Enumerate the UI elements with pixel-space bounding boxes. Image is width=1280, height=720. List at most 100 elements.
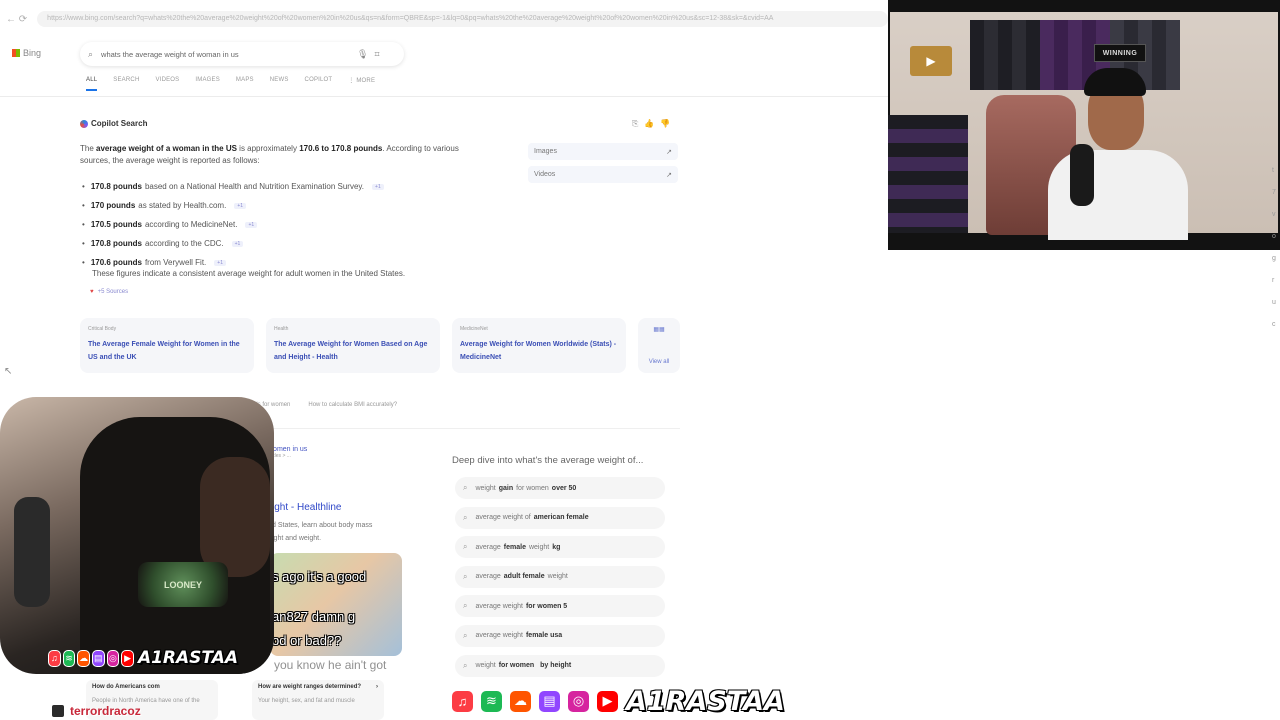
- visual-search-icon[interactable]: ⌗: [374, 49, 379, 60]
- deep-dive-title: Deep dive into what's the average weight…: [452, 455, 644, 466]
- edge-char: o: [1272, 233, 1276, 240]
- suggestion-text: weight: [475, 484, 496, 492]
- related-chip[interactable]: How to calculate BMI accurately?: [308, 402, 397, 408]
- browser-nav-icons[interactable]: ← ⟳: [6, 14, 27, 25]
- bullet-text: from Verywell Fit.: [144, 258, 207, 267]
- suggestion-bold: over 50: [551, 484, 577, 492]
- edge-char: 7: [1272, 189, 1276, 196]
- search-icon: ⌕: [463, 571, 468, 581]
- result-breadcrumb[interactable]: women in us: [268, 446, 418, 453]
- snippet-line: d States, learn about body mass: [272, 522, 373, 529]
- browser-url-bar[interactable]: ← ⟳ https://www.bing.com/search?q=whats%…: [0, 8, 888, 30]
- suggestion-item[interactable]: ⌕ average weight of american female: [455, 506, 665, 529]
- paa-question: How do Americans com: [92, 684, 160, 690]
- paa-answer: Your height, sex, and fat and muscle: [258, 698, 355, 704]
- bullet-value: 170.6 pounds: [90, 258, 142, 267]
- list-item: 170.8 poundsbased on a National Health a…: [82, 177, 462, 196]
- source-card[interactable]: Critical Body The Average Female Weight …: [80, 318, 254, 373]
- tab-videos[interactable]: VIDEOS: [156, 77, 180, 91]
- chat-badge-icon: [52, 705, 64, 717]
- view-all-label[interactable]: View all: [649, 359, 670, 365]
- tab-search[interactable]: SEARCH: [113, 77, 139, 91]
- tab-images[interactable]: IMAGES: [195, 77, 220, 91]
- tab-all[interactable]: ALL: [86, 77, 98, 91]
- search-tabs: ALL SEARCH VIDEOS IMAGES MAPS NEWS COPIL…: [86, 77, 375, 91]
- external-link-icon: ↗: [666, 148, 672, 156]
- streamer-webcam: ▶ WINNING: [888, 0, 1280, 250]
- card-title[interactable]: The Average Weight for Women Based on Ag…: [274, 338, 432, 364]
- right-edge-text: t 7 v o g r u c: [1272, 160, 1280, 336]
- videos-link-label: Videos: [534, 171, 556, 178]
- list-item: 170 poundsas stated by Health.com. +1: [82, 196, 462, 215]
- view-all-card[interactable]: ▦▦ View all: [638, 318, 680, 373]
- youtube-icon: ▶: [121, 649, 134, 667]
- list-item: 170.8 poundsaccording to the CDC. +1: [82, 234, 462, 253]
- thumbs-up-icon[interactable]: 👍: [644, 119, 654, 129]
- suggestion-item[interactable]: ⌕ average weight for women 5: [455, 595, 665, 618]
- search-box[interactable]: ⌕ 🎙 ⌗: [80, 42, 404, 66]
- search-input[interactable]: [101, 49, 352, 59]
- list-item: 170.5 poundsaccording to MedicineNet. +1: [82, 215, 462, 234]
- result-thumbnail[interactable]: s ago it's a good an827 damn g od or bad…: [270, 553, 402, 656]
- tab-more[interactable]: ⋮ MORE: [348, 77, 375, 91]
- copy-icon[interactable]: ⎘: [632, 119, 638, 129]
- source-card[interactable]: Health The Average Weight for Women Base…: [266, 318, 440, 373]
- citation-badge[interactable]: +1: [372, 183, 384, 190]
- overlay-caption: od or bad??: [272, 633, 342, 648]
- tab-copilot[interactable]: COPILOT: [305, 77, 333, 91]
- edge-char: c: [1272, 321, 1276, 328]
- bullet-text: based on a National Health and Nutrition…: [144, 182, 365, 191]
- address-field[interactable]: https://www.bing.com/search?q=whats%20th…: [37, 11, 888, 27]
- microphone-icon[interactable]: 🎙: [357, 49, 368, 60]
- bing-logo-text: Bing: [23, 48, 42, 58]
- suggestion-text: weight: [475, 662, 496, 670]
- card-title[interactable]: Average Weight for Women Worldwide (Stat…: [460, 338, 618, 364]
- chevron-right-icon: ›: [376, 684, 378, 690]
- bing-logo[interactable]: Bing: [12, 48, 41, 58]
- citation-badge[interactable]: +1: [231, 240, 244, 247]
- microphone: [14, 497, 50, 607]
- social-bar-small: ♫ ≋ ☁ ▤ ◎ ▶ A1RASTAA: [48, 646, 238, 670]
- suggestion-bold: for women 5: [525, 602, 568, 610]
- copilot-header-label: Copilot Search: [91, 119, 148, 128]
- source-card[interactable]: MedicineNet Average Weight for Women Wor…: [452, 318, 626, 373]
- tab-divider: [0, 96, 888, 97]
- streamer: [1048, 68, 1188, 240]
- card-source: MedicineNet: [460, 326, 488, 332]
- sources-link[interactable]: ♥ +5 Sources: [90, 289, 128, 295]
- chat-username-label: terrordracoz: [70, 704, 141, 718]
- edge-char: v: [1272, 211, 1276, 218]
- spotify-icon: ≋: [479, 688, 504, 714]
- external-link-icon: ↗: [666, 171, 672, 179]
- edge-char: u: [1272, 299, 1276, 306]
- suggestion-item[interactable]: ⌕ average weight female usa: [455, 624, 665, 647]
- suggestion-item[interactable]: ⌕ weight for women by height: [455, 654, 665, 677]
- card-title[interactable]: The Average Female Weight for Women in t…: [88, 338, 246, 364]
- citation-badge[interactable]: +1: [234, 202, 247, 209]
- youtube-icon: ▶: [595, 688, 620, 714]
- chat-username: terrordracoz: [52, 704, 141, 718]
- mouse-cursor-icon: ↖: [4, 366, 13, 377]
- suggestion-item[interactable]: ⌕ average adult female weight: [455, 565, 665, 588]
- feedback-icons: ⎘ 👍 👎: [632, 119, 670, 129]
- intro-bold-2: 170.6 to 170.8 pounds: [299, 144, 383, 153]
- thumbs-down-icon[interactable]: 👎: [660, 119, 670, 129]
- tab-news[interactable]: NEWS: [270, 77, 289, 91]
- bullet-value: 170.8 pounds: [90, 239, 142, 248]
- citation-badge[interactable]: +1: [245, 221, 258, 228]
- suggestion-item[interactable]: ⌕ average female weight kg: [455, 536, 665, 559]
- bullet-text: as stated by Health.com.: [138, 201, 227, 210]
- tab-maps[interactable]: MAPS: [236, 77, 254, 91]
- citation-badge[interactable]: +1: [214, 259, 226, 266]
- media-links: Images ↗ Videos ↗: [528, 143, 678, 189]
- source-cards: Critical Body The Average Female Weight …: [80, 318, 680, 373]
- suggestion-item[interactable]: ⌕ weight gain for women over 50: [455, 477, 665, 499]
- paa-question: How are weight ranges determined?: [258, 684, 362, 690]
- sources-label[interactable]: +5 Sources: [98, 289, 129, 295]
- images-link[interactable]: Images ↗: [528, 143, 678, 160]
- people-also-ask-card[interactable]: How are weight ranges determined? › Your …: [252, 680, 384, 720]
- videos-link[interactable]: Videos ↗: [528, 166, 678, 183]
- instagram-icon: ◎: [566, 688, 591, 714]
- result-title[interactable]: ight - Healthline: [272, 502, 341, 513]
- search-icon[interactable]: ⌕: [88, 49, 93, 60]
